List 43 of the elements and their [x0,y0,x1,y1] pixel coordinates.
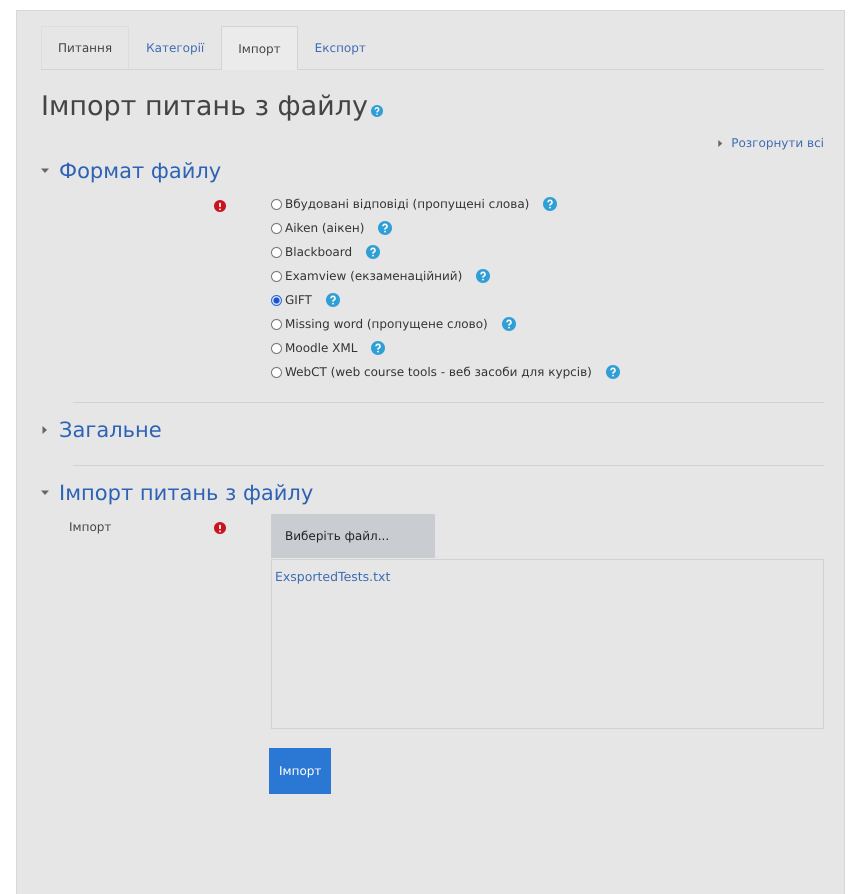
field-label: Імпорт [69,520,112,534]
help-icon[interactable] [378,221,392,235]
radio-option[interactable]: Вбудовані відповіді (пропущені слова) [285,197,530,211]
radio-button[interactable] [271,342,282,354]
expand-caret-icon[interactable] [41,426,49,434]
tab[interactable]: Питання [41,26,130,69]
help-icon[interactable] [366,245,380,259]
help-icon[interactable] [370,105,383,117]
help-icon[interactable] [326,293,340,307]
radio-button[interactable] [271,318,282,330]
radio-option[interactable]: Moodle XML [285,341,358,355]
section-heading[interactable]: Імпорт питань з файлу [59,476,314,510]
help-icon[interactable] [502,317,516,331]
radio-option[interactable]: Missing word (пропущене слово) [285,317,488,331]
page-title: Імпорт питань з файлу [41,90,368,124]
file-drop-area[interactable]: ExsportedTests.txt [271,559,824,729]
expand-all-link[interactable]: Розгорнути всі [717,136,824,150]
help-icon[interactable] [476,269,490,283]
expand-caret-icon[interactable] [717,140,724,146]
section-heading[interactable]: Загальне [59,413,162,447]
collapse-caret-icon[interactable] [41,167,49,175]
radio-option[interactable]: WebCT (web course tools - веб засоби для курсів) [285,365,592,379]
radio-button[interactable] [271,246,282,258]
radio-button[interactable] [271,294,282,306]
radio-option[interactable]: Blackboard [285,245,352,259]
tab[interactable]: Категорії [129,26,222,69]
import-button[interactable]: Імпорт [269,748,332,794]
radio-option[interactable]: Examview (екзаменаційний) [285,269,462,283]
radio-button[interactable] [271,366,282,378]
radio-option[interactable]: GIFT [285,293,312,307]
radio-button[interactable] [271,198,282,210]
help-icon[interactable] [371,341,386,355]
choose-file-button[interactable]: Виберіть файл... [271,514,435,558]
radio-option[interactable]: Aiken (аікен) [285,221,364,235]
radio-button[interactable] [271,270,282,282]
tab[interactable]: Експорт [298,26,383,69]
collapse-caret-icon[interactable] [41,489,49,497]
help-icon[interactable] [543,197,558,211]
section-heading[interactable]: Формат файлу [59,154,222,188]
help-icon[interactable] [606,365,620,379]
radio-button[interactable] [271,222,282,234]
file-link[interactable]: ExsportedTests.txt [275,569,390,584]
tab[interactable]: Імпорт [221,26,298,70]
